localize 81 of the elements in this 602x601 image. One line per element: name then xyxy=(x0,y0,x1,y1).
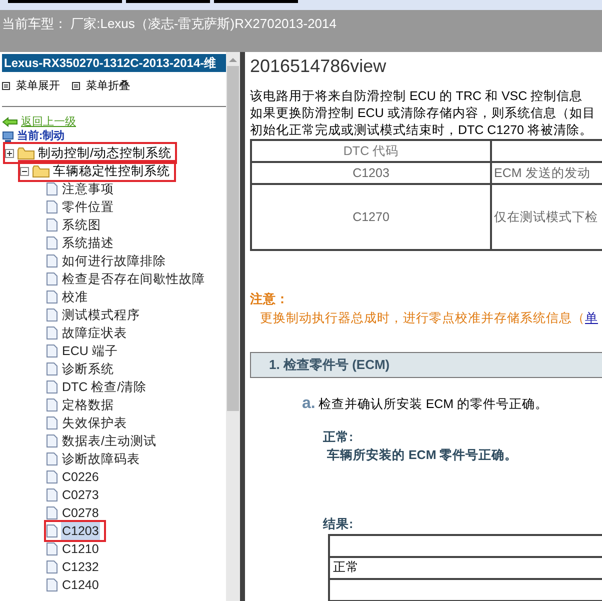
folder-icon xyxy=(32,164,50,178)
document-icon xyxy=(46,578,58,592)
tree-item[interactable]: 诊断系统 xyxy=(61,360,115,378)
menu-toggle[interactable]: 菜单展开 xyxy=(16,78,60,94)
description-line: 该电路用于将来自防滑控制 ECU 的 TRC 和 VSC 控制信息 xyxy=(250,88,584,105)
column-header: DTC 代码 xyxy=(251,140,491,162)
document-icon xyxy=(46,452,58,466)
menu-icon xyxy=(72,82,80,90)
vehicle-label: 当前车型： 厂家:Lexus（凌志-雷克萨斯)RX2702013-2014 xyxy=(2,16,336,31)
document-icon xyxy=(46,218,58,232)
tree-item[interactable]: 检查是否存在间歇性故障 xyxy=(61,270,206,288)
tree-item[interactable]: C1203 xyxy=(61,522,100,540)
note-text: 更换制动执行器总成时，进行零点校准并存储系统信息（ xyxy=(260,310,585,325)
computer-icon xyxy=(2,130,14,142)
table-cell: C1203 xyxy=(251,162,491,184)
tree-item[interactable]: 系统图 xyxy=(61,216,102,234)
document-icon xyxy=(46,416,58,430)
substep-marker: a. xyxy=(302,394,316,414)
step-header: 1. 检查零件号 (ECM) xyxy=(250,352,602,378)
tree-item[interactable]: C1240 xyxy=(61,576,100,594)
document-icon xyxy=(46,272,58,286)
sidebar-title: Lexus-RX350270-1312C-2013-2014-维 xyxy=(2,54,226,72)
menu-icon xyxy=(2,82,10,90)
tree-item[interactable]: 如何进行故障排除 xyxy=(61,252,167,270)
tree-item[interactable]: C1232 xyxy=(61,558,100,576)
tree-item[interactable]: C1210 xyxy=(61,540,100,558)
tree-item[interactable]: ECU 端子 xyxy=(61,342,119,360)
substep-text: 检查并确认所安装 ECM 的零件号正确。 xyxy=(318,396,548,412)
tree-item[interactable]: 注意事项 xyxy=(61,180,115,198)
menu-toggle[interactable]: 菜单折叠 xyxy=(86,78,130,94)
tree-item[interactable]: 诊断故障码表 xyxy=(61,450,141,468)
current-location: 当前:制动 xyxy=(17,128,65,144)
document-icon xyxy=(46,236,58,250)
document-icon xyxy=(46,524,58,538)
document-icon xyxy=(46,290,58,304)
normal-text: 车辆所安装的 ECM 零件号正确。 xyxy=(326,447,519,464)
tree-item[interactable]: 定格数据 xyxy=(61,396,115,414)
document-icon xyxy=(46,326,58,340)
result-label: 结果: xyxy=(322,516,354,533)
document-icon xyxy=(46,308,58,322)
document-icon xyxy=(46,398,58,412)
tree-item[interactable]: 制动控制/动态控制系统 xyxy=(38,144,172,162)
document-icon xyxy=(46,344,58,358)
tree-item[interactable]: C0273 xyxy=(61,486,100,504)
link[interactable]: 单 xyxy=(585,310,598,325)
document-icon xyxy=(46,434,58,448)
tree-item[interactable]: C0226 xyxy=(61,468,100,486)
tree-item[interactable]: 测试模式程序 xyxy=(61,306,141,324)
tree-item[interactable]: DTC 检查/清除 xyxy=(61,378,148,396)
back-arrow-icon[interactable] xyxy=(2,117,18,127)
document-icon xyxy=(46,488,58,502)
document-icon xyxy=(46,362,58,376)
tree-item[interactable]: 系统描述 xyxy=(61,234,115,252)
tree-item[interactable]: C0278 xyxy=(61,504,100,522)
back-link[interactable]: 返回上一级 xyxy=(21,114,76,130)
document-icon xyxy=(46,506,58,520)
document-icon xyxy=(46,560,58,574)
document-icon xyxy=(46,200,58,214)
description-line: 初始化正常完成或测试模式结束时，DTC C1270 将被清除。 xyxy=(250,122,594,139)
document-icon xyxy=(46,380,58,394)
description-line: 如果更换防滑控制 ECU 或清除存储内容，则系统信息（如目 xyxy=(250,105,596,122)
table-cell: C1270 xyxy=(251,184,491,250)
document-icon xyxy=(46,542,58,556)
tree-item[interactable]: 故障症状表 xyxy=(61,324,128,342)
document-icon xyxy=(46,470,58,484)
scroll-thumb[interactable] xyxy=(227,66,239,411)
note-title: 注意： xyxy=(250,291,290,308)
collapse-icon[interactable] xyxy=(20,166,29,176)
tree-item[interactable]: 失效保护表 xyxy=(61,414,128,432)
tree-item[interactable]: 车辆稳定性控制系统 xyxy=(53,162,170,180)
tree-item[interactable]: 零件位置 xyxy=(61,198,115,216)
normal-label: 正常: xyxy=(322,428,354,446)
document-icon xyxy=(46,182,58,196)
tree-item[interactable]: 校准 xyxy=(61,288,89,306)
scrollbar[interactable] xyxy=(226,52,240,601)
expand-icon[interactable] xyxy=(5,148,14,158)
folder-icon xyxy=(17,146,35,160)
document-icon xyxy=(46,254,58,268)
table-cell: 正常 xyxy=(329,556,602,579)
page-title: 2016514786view xyxy=(250,55,388,77)
tree-item[interactable]: 数据表/主动测试 xyxy=(61,432,158,450)
